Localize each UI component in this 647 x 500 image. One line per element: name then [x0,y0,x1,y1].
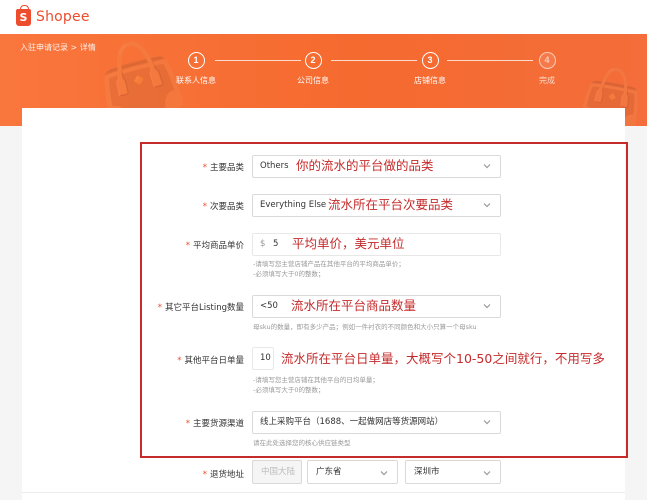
chevron-down-icon [482,200,492,210]
listing-count-hint: 母sku的数量，即有多少产品；例如一件衬衣的不同颜色和大小只算一个母sku [253,323,477,331]
step-4: 4 完成 [517,52,577,86]
supply-channel-select[interactable]: 线上采购平台（1688、一起做网店等货源网站） [252,411,501,434]
return-province-select[interactable]: 广东省 [307,460,398,484]
currency-prefix: $ [260,239,266,249]
shopee-logo[interactable]: S Shopee [16,4,90,27]
chevron-down-icon [482,161,492,171]
avg-price-hint-2: -必须填写大于0的整数； [253,270,325,278]
step-number: 4 [538,52,556,69]
chevron-down-icon [482,301,492,311]
avg-price-label: * 平均商品单价 [185,241,244,251]
chevron-down-icon [482,417,492,427]
annotation-listing-count: 流水所在平台商品数量 [291,298,417,313]
step-label: 店铺信息 [414,76,446,85]
listing-count-label: * 其它平台Listing数量 [157,303,244,313]
daily-orders-hint-2: -必须填写大于0的整数； [253,386,325,394]
return-address-label: * 退货地址 [202,470,244,480]
avg-price-hint-1: -请填写您主营店铺产品在其他平台的平均商品单价； [253,260,405,268]
supply-channel-label: * 主要货源渠道 [185,419,244,429]
annotation-avg-price: 平均单价，美元单位 [292,236,405,251]
return-city-select[interactable]: 深圳市 [405,460,501,484]
logo-text: Shopee [36,9,90,25]
breadcrumb[interactable]: 入驻申请记录 > 详情 [20,42,96,53]
secondary-category-label: * 次要品类 [202,202,244,212]
step-1: 1 联系人信息 [166,52,226,86]
step-3: 3 店铺信息 [400,52,460,86]
chevron-down-icon [379,468,389,478]
step-number: 2 [304,52,322,69]
step-label: 完成 [539,76,555,85]
step-label: 公司信息 [297,76,329,85]
step-number: 1 [187,52,205,69]
return-country-field: 中国大陆 [252,460,302,484]
divider [22,492,625,493]
main-category-label: * 主要品类 [202,163,244,173]
step-label: 联系人信息 [176,76,216,85]
daily-orders-hint-1: -请填写您主营店铺在其他平台的日均单量； [253,376,379,384]
annotation-main-category: 你的流水的平台做的品类 [296,158,434,173]
step-number: 3 [421,52,439,69]
daily-orders-label: * 其他平台日单量 [177,356,244,366]
shopping-bag-icon: S [16,4,31,26]
annotation-secondary-category: 流水所在平台次要品类 [328,197,454,212]
supply-channel-hint: 请在此处选择您的核心供应链类型 [253,439,351,447]
chevron-down-icon [482,468,492,478]
daily-orders-input[interactable]: 10 [252,347,274,370]
step-2: 2 公司信息 [283,52,343,86]
top-bar: S Shopee [0,0,647,34]
avg-price-value: 5 [273,239,279,249]
annotation-daily-orders: 流水所在平台日单量，大概写个10-50之间就行，不用写多 [281,351,605,366]
